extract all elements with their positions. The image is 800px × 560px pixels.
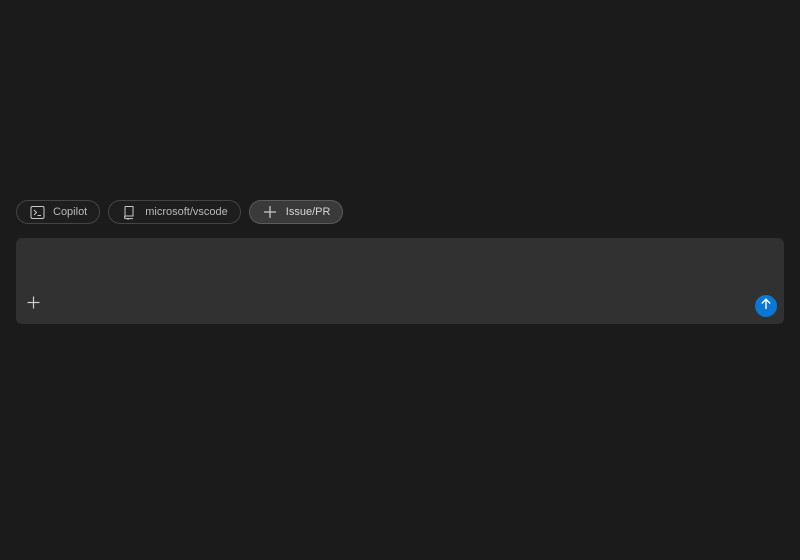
repository-chip-label: microsoft/vscode (145, 206, 228, 218)
issue-pr-chip[interactable]: Issue/PR (248, 200, 344, 224)
chat-composer (16, 238, 784, 324)
plus-icon (262, 204, 278, 220)
chat-input[interactable] (28, 248, 772, 292)
plus-icon (27, 296, 40, 314)
page: Copilot microsoft/vscode Issue/PR (0, 0, 800, 560)
copilot-chip[interactable]: Copilot (16, 200, 101, 224)
arrow-up-icon (760, 297, 772, 315)
repo-icon (121, 204, 137, 220)
context-chip-bar: Copilot microsoft/vscode Issue/PR (16, 200, 344, 224)
repository-chip[interactable]: microsoft/vscode (108, 200, 241, 224)
attach-button[interactable] (25, 296, 41, 314)
send-button[interactable] (755, 295, 777, 317)
terminal-icon (29, 204, 45, 220)
issue-pr-chip-label: Issue/PR (285, 206, 331, 218)
copilot-chip-label: Copilot (53, 206, 88, 218)
